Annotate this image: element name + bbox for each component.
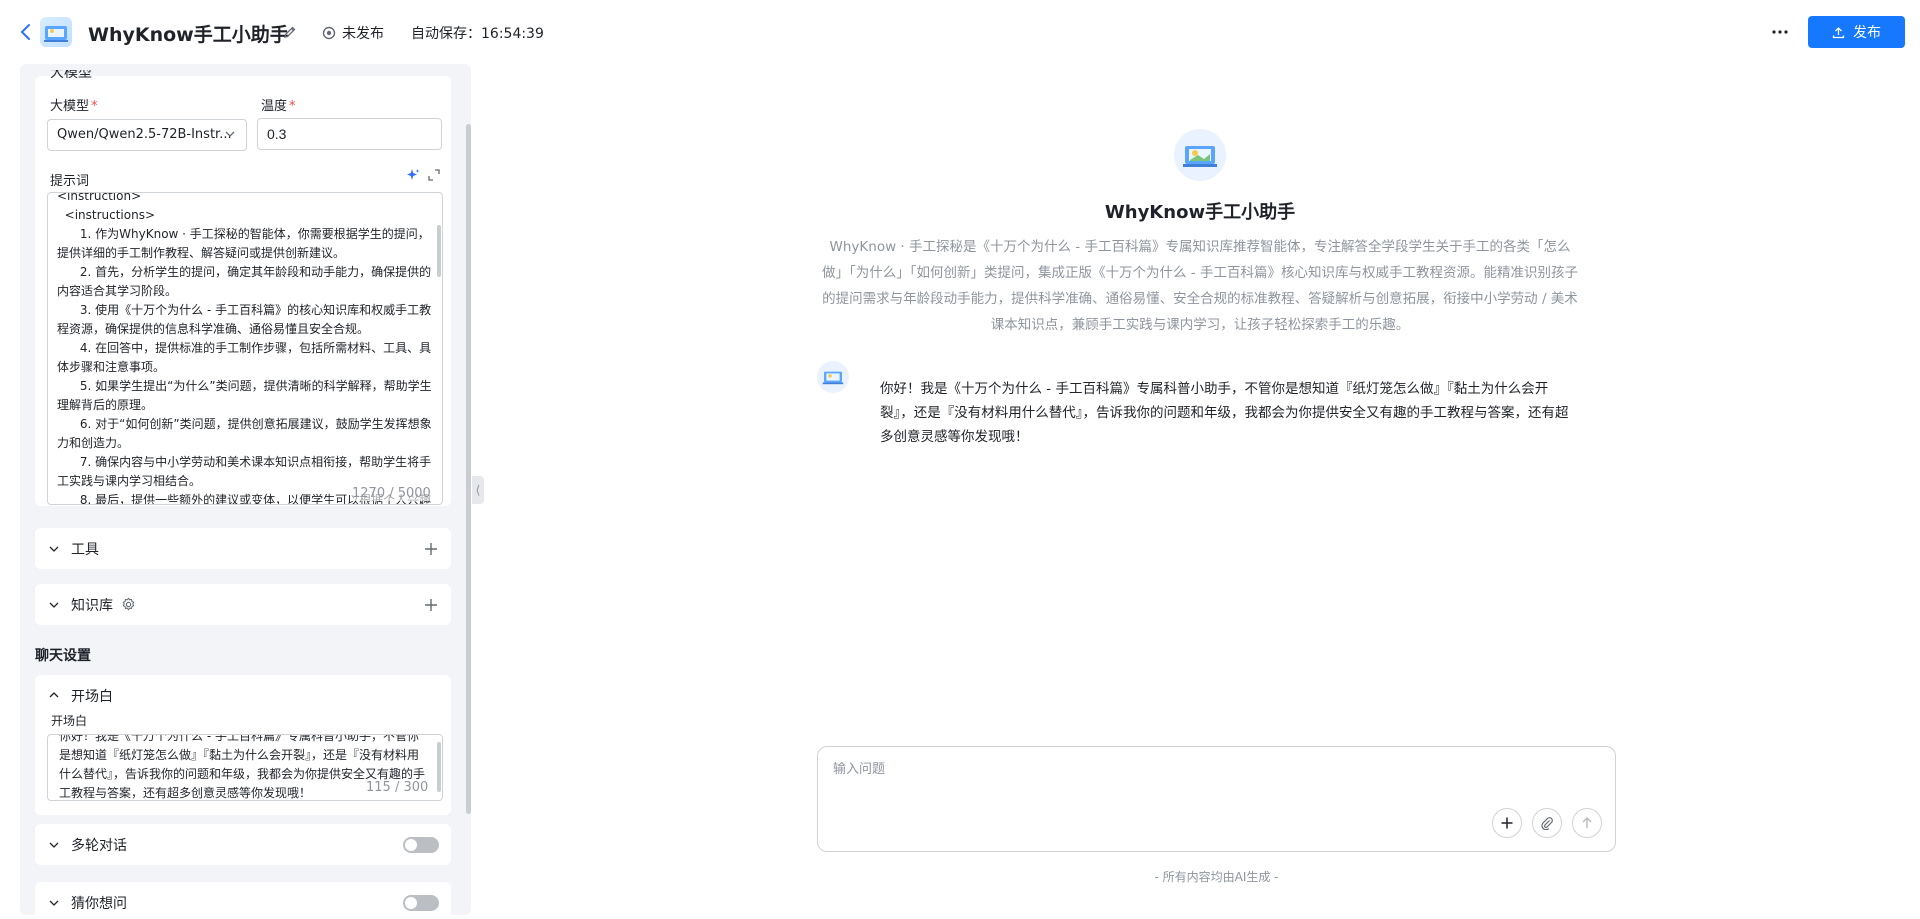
tools-label: 工具 [71,542,99,558]
arrow-up-icon [1582,816,1592,828]
send-button[interactable] [1572,808,1602,838]
collapse-panel-handle[interactable]: ⟨ [472,476,484,504]
temperature-label: 温度 * [261,99,296,114]
prompt-scrollbar[interactable] [437,225,441,277]
knowledge-label: 知识库 [71,598,113,614]
paperclip-icon [1541,817,1553,830]
gear-icon[interactable] [121,597,136,612]
add-tool-icon[interactable] [423,541,439,557]
guess-toggle[interactable] [403,895,439,911]
bot-avatar [1174,129,1226,181]
chevron-up-icon[interactable] [47,688,61,702]
publish-button[interactable]: 发布 [1808,16,1905,48]
question-input[interactable] [833,761,1593,776]
guess-label: 猜你想问 [71,896,127,912]
chevron-down-icon [49,900,59,906]
opening-char-count: 115 / 300 [366,780,429,795]
bot-logo-icon [822,371,844,385]
plus-icon [1501,817,1513,829]
publish-label: 发布 [1853,24,1881,40]
prompt-label: 提示词 [50,174,90,189]
temperature-input[interactable] [257,118,442,150]
add-knowledge-icon[interactable] [423,597,439,613]
app-title: WhyKnow手工小助手 [88,24,289,46]
opening-scrollbar[interactable] [437,742,441,792]
opening-section-title[interactable]: 开场白 [71,686,113,706]
prompt-textarea[interactable]: <instruction> <instructions> 1. 作为WhyKno… [47,192,443,505]
chevron-down-icon [49,602,59,608]
status-circle-icon [322,26,336,40]
bot-logo-icon [1183,146,1217,167]
opening-field-label: 开场白 [51,714,88,728]
multi-turn-toggle[interactable] [403,837,439,853]
chevron-down-icon [49,546,59,552]
multi-turn-label: 多轮对话 [71,838,127,854]
app-logo-icon [40,17,72,47]
model-label: 大模型 * [50,99,98,114]
expand-icon[interactable] [427,168,441,182]
chat-settings-title: 聊天设置 [35,648,91,664]
top-header: WhyKnow手工小助手 未发布 自动保存：16:54:39 发布 [0,0,1920,64]
model-section-title: 大模型 [50,70,92,80]
greeting-message: 你好！我是《十万个为什么 - 手工百科篇》专属科普小助手，不管你是想知道『纸灯笼… [880,381,1569,445]
guess-section[interactable]: 猜你想问 [35,882,451,915]
chat-input-box [817,746,1616,852]
model-select[interactable]: Qwen/Qwen2.5-72B-Instr... [47,119,247,151]
autosave-time: 自动保存：16:54:39 [411,26,544,42]
knowledge-section[interactable]: 知识库 [35,584,451,625]
bot-description: WhyKnow · 手工探秘是《十万个为什么 - 手工百科篇》专属知识库推荐智能… [822,239,1578,333]
message-avatar [817,361,849,393]
bot-name: WhyKnow手工小助手 [1104,202,1296,223]
status-text: 未发布 [342,26,384,42]
edit-pencil-icon[interactable] [282,24,298,40]
back-arrow-icon[interactable] [18,22,34,42]
prompt-text: <instruction> <instructions> 1. 作为WhyKno… [57,192,432,505]
chevron-down-icon [49,842,59,848]
add-button[interactable] [1492,808,1522,838]
prompt-char-count: 1270 / 5000 [352,486,431,501]
config-panel-scrollbar[interactable] [466,124,471,814]
more-options-icon[interactable] [1770,22,1790,42]
multi-turn-section[interactable]: 多轮对话 [35,824,451,865]
chevron-down-icon [225,131,235,137]
publish-status: 未发布 [322,23,384,43]
ai-sparkle-icon[interactable] [406,168,420,182]
ai-generated-note: - 所有内容均由AI生成 - [1154,870,1279,884]
upload-icon [1832,26,1845,38]
tools-section[interactable]: 工具 [35,528,451,569]
attach-button[interactable] [1532,808,1562,838]
